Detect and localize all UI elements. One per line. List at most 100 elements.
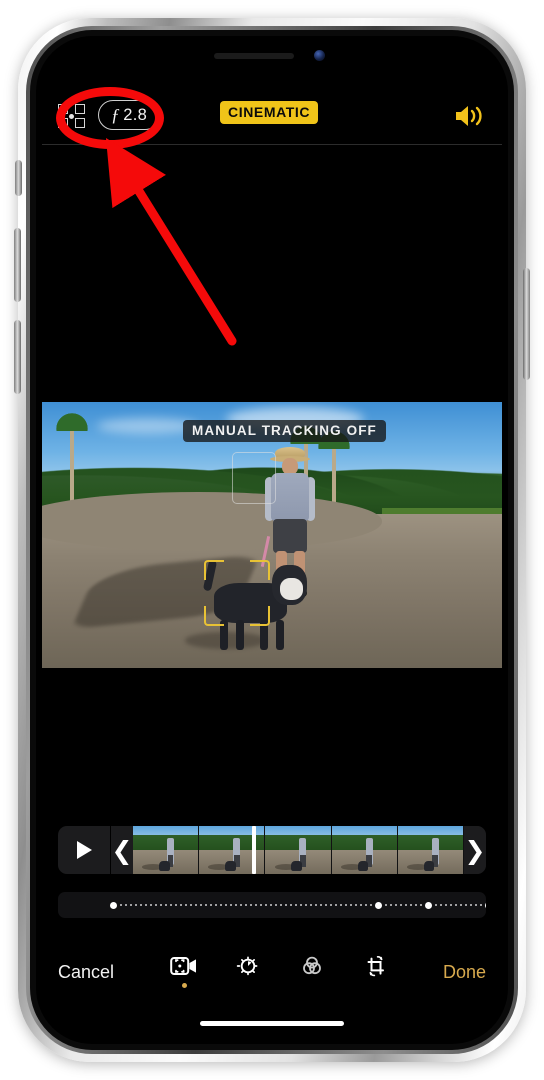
scrubber-dot <box>470 904 472 906</box>
filmstrip-thumbnail[interactable] <box>133 826 200 874</box>
mute-switch[interactable] <box>15 160 22 196</box>
scrubber-dot <box>305 904 307 906</box>
scrubber-dot <box>295 904 297 906</box>
scrubber-dot <box>395 904 397 906</box>
scrubber-dot <box>340 904 342 906</box>
scrubber-dot <box>265 904 267 906</box>
play-button[interactable] <box>58 826 110 874</box>
scrubber-dot <box>125 904 127 906</box>
scrubber-dot <box>170 904 172 906</box>
top-bar-divider <box>42 144 502 145</box>
scrubber-dot <box>220 904 222 906</box>
scrubber-dot <box>135 904 137 906</box>
scrubber-dot <box>155 904 157 906</box>
scrubber-dot <box>480 904 482 906</box>
scrubber-dot <box>360 904 362 906</box>
scrubber-dot <box>145 904 147 906</box>
crop-rotate-icon <box>367 956 384 977</box>
face-focus-box[interactable] <box>232 452 276 504</box>
trim-start-handle[interactable]: ❮ <box>111 826 133 874</box>
focus-bracket-icon[interactable] <box>58 104 85 128</box>
phone-screen: ƒ 2.8 CINEMATIC MANUAL TRACKING OFF ❮ ❯ … <box>36 36 508 1044</box>
speaker-on-icon[interactable] <box>452 102 486 130</box>
cinematic-mode-badge: CINEMATIC <box>220 101 319 124</box>
scrubber-dot <box>315 904 317 906</box>
play-icon <box>76 841 92 859</box>
scrubber-dot <box>285 904 287 906</box>
scrubber-dot <box>350 904 352 906</box>
keyframe-marker[interactable] <box>375 901 382 909</box>
aperture-button[interactable]: ƒ 2.8 <box>98 100 160 130</box>
adjust-icon <box>236 956 258 976</box>
f-stop-glyph: ƒ <box>110 104 121 125</box>
scrubber-dot <box>435 904 437 906</box>
keyframe-marker[interactable] <box>425 901 432 909</box>
scrubber-dot <box>185 904 187 906</box>
scrubber-dot <box>460 904 462 906</box>
home-indicator[interactable] <box>200 1021 344 1026</box>
scrubber-dot <box>440 904 442 906</box>
scrubber-dot <box>280 904 282 906</box>
scrubber-dot <box>290 904 292 906</box>
volume-up-button[interactable] <box>14 228 21 302</box>
scrubber-dot <box>150 904 152 906</box>
video-preview[interactable]: MANUAL TRACKING OFF <box>42 402 502 668</box>
filmstrip-thumbnail[interactable] <box>265 826 332 874</box>
scrubber-dot <box>200 904 202 906</box>
editor-toolbar: Cancel Done <box>36 944 508 1008</box>
scrubber-dot <box>250 904 252 906</box>
scrubber-dot <box>230 904 232 906</box>
scrubber-dot <box>320 904 322 906</box>
dog-tracking-box[interactable] <box>204 560 270 626</box>
cancel-button[interactable]: Cancel <box>58 962 114 983</box>
filters-icon <box>303 956 321 975</box>
cinematic-video-icon <box>170 957 196 975</box>
done-button[interactable]: Done <box>443 962 486 983</box>
crop-rotate-tool-button[interactable] <box>356 954 396 998</box>
filters-tool-button[interactable] <box>292 954 332 998</box>
scrubber-dot <box>390 904 392 906</box>
adjust-tool-button[interactable] <box>228 954 268 998</box>
scrubber-dot <box>180 904 182 906</box>
scrubber-dot <box>225 904 227 906</box>
playhead-indicator[interactable] <box>252 826 257 874</box>
trim-end-handle[interactable]: ❯ <box>464 826 486 874</box>
scrubber-dot <box>475 904 477 906</box>
scrubber-track[interactable] <box>110 900 486 910</box>
scrubber-dot <box>255 904 257 906</box>
scrubber-dot <box>245 904 247 906</box>
scrubber-dot <box>365 904 367 906</box>
volume-down-button[interactable] <box>14 320 21 394</box>
scrubber-dot <box>165 904 167 906</box>
scrubber-dot <box>240 904 242 906</box>
scrubber-dot <box>275 904 277 906</box>
keyframe-scrubber[interactable] <box>58 892 486 918</box>
scrubber-dot <box>235 904 237 906</box>
filmstrip-thumbnail[interactable] <box>331 826 398 874</box>
scrubber-dot <box>410 904 412 906</box>
manual-tracking-status: MANUAL TRACKING OFF <box>183 420 386 442</box>
active-tool-indicator <box>181 983 187 988</box>
scrubber-dot <box>420 904 422 906</box>
scrubber-dot <box>310 904 312 906</box>
editor-top-bar: ƒ 2.8 CINEMATIC <box>36 90 508 144</box>
scrubber-dot <box>215 904 217 906</box>
scrubber-dot <box>355 904 357 906</box>
filmstrip-thumbnail[interactable] <box>397 826 464 874</box>
screenshot-root: ƒ 2.8 CINEMATIC MANUAL TRACKING OFF ❮ ❯ … <box>0 0 544 1080</box>
scrubber-dot <box>190 904 192 906</box>
filmstrip-frames[interactable] <box>133 826 464 874</box>
scrubber-dot <box>370 904 372 906</box>
scrubber-dot <box>270 904 272 906</box>
cinematic-video-tool-button[interactable] <box>164 954 204 998</box>
front-camera-icon <box>314 50 325 61</box>
scrubber-dot <box>260 904 262 906</box>
power-button[interactable] <box>523 268 530 380</box>
keyframe-marker[interactable] <box>110 901 117 909</box>
keyframe-marker[interactable] <box>485 901 486 909</box>
scrubber-dot <box>345 904 347 906</box>
scrubber-dot <box>130 904 132 906</box>
scrubber-dot <box>175 904 177 906</box>
scrubber-dot <box>160 904 162 906</box>
filmstrip-bar[interactable]: ❮ ❯ <box>58 826 486 874</box>
